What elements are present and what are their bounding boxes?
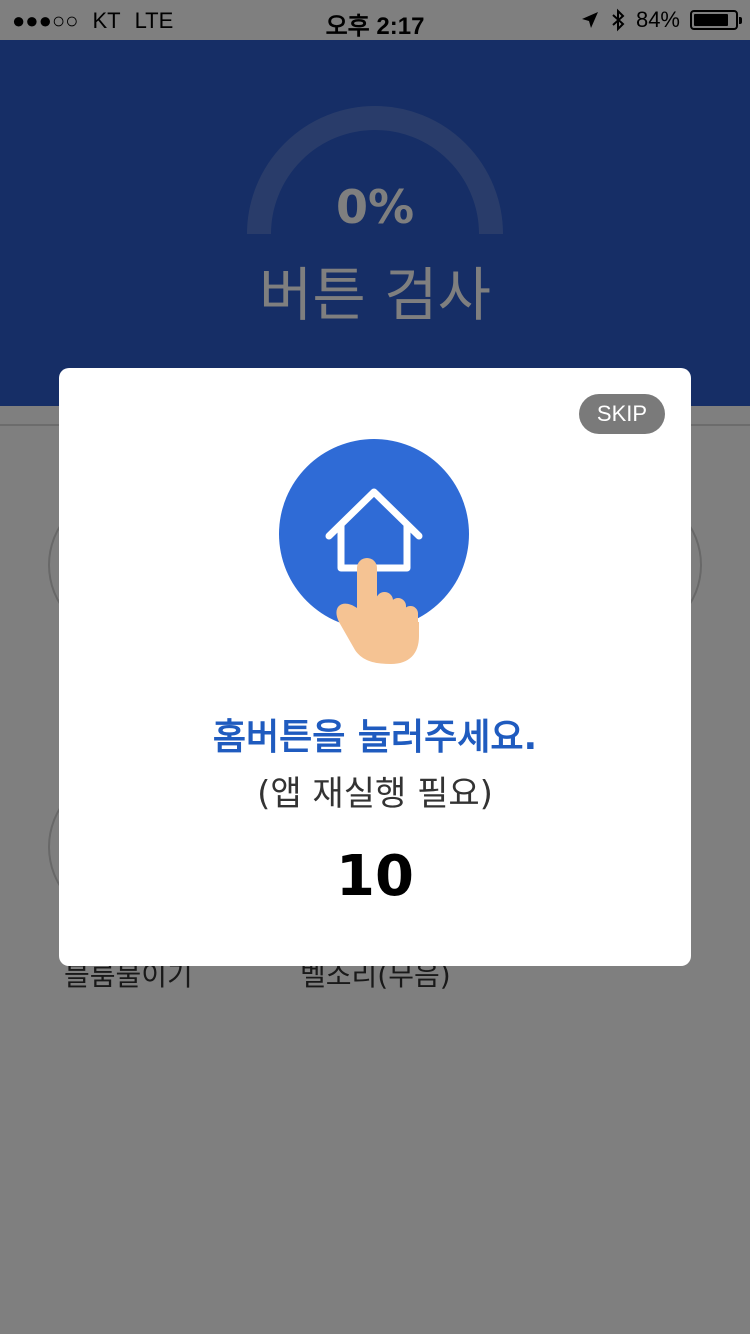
home-button-test-dialog: SKIP 홈버튼을 눌러주세요. (앱 재실행 필요) 10 (59, 368, 691, 966)
instruction-sub-message: (앱 재실행 필요) (257, 774, 493, 814)
home-button-press-icon (279, 439, 469, 664)
countdown-timer: 10 (336, 844, 414, 909)
skip-button[interactable]: SKIP (579, 394, 665, 434)
instruction-message: 홈버튼을 눌러주세요. (212, 717, 538, 758)
